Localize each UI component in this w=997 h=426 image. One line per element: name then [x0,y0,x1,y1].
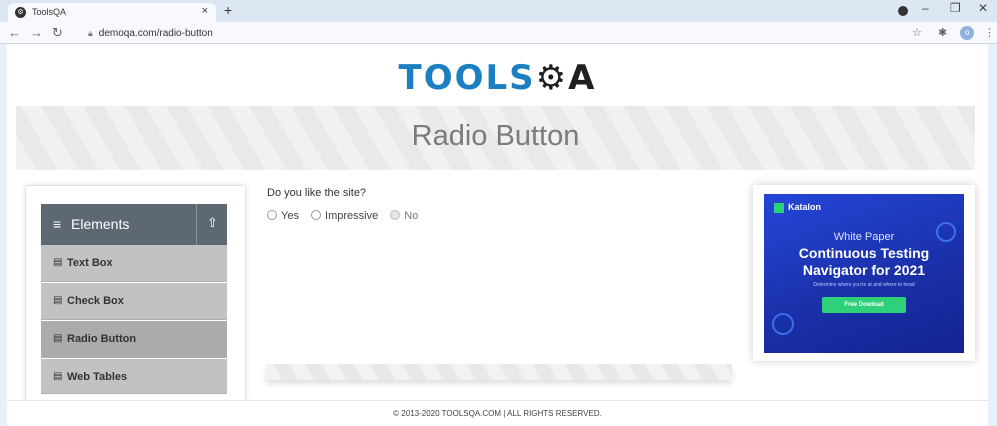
tab-title: ToolsQA [32,7,67,17]
record-indicator-icon [898,6,908,16]
address-bar[interactable]: 🔒︎ demoqa.com/radio-button [88,25,908,41]
ad-kicker: White Paper [833,231,895,243]
toolsqa-favicon-icon: ⚙ [15,7,26,18]
lock-icon: 🔒︎ [88,28,93,38]
ad-subtext: Determine where you're at and where to h… [813,282,915,288]
radio-label: No [404,210,419,222]
radio-impressive[interactable]: Impressive [311,210,378,222]
sidebar-item-label: Text Box [67,257,113,269]
sidebar: ≡ Elements ⇧ ▤ Text Box ▤ Check Box ▤ Ra… [25,185,246,401]
question-text: Do you like the site? [267,187,367,199]
logo-text-qa: A [568,58,597,98]
sidebar-item-label: Check Box [67,295,124,307]
radio-circle[interactable] [267,210,277,220]
browser-menu-icon[interactable]: ⋮ [984,26,995,39]
page: TOOLS⚙A Radio Button ≡ Elements ⇧ ▤ Text… [7,44,988,426]
profile-avatar[interactable]: o [960,26,974,40]
hamburger-icon: ≡ [53,216,62,232]
sidebar-item-label: Radio Button [67,333,137,345]
extensions-icon[interactable]: ✱ [938,26,947,39]
browser-toolbar: ← → ↻ 🔒︎ demoqa.com/radio-button ☆ ✱ o ⋮ [0,22,997,44]
sidebar-group-label: Elements [71,216,130,232]
back-icon[interactable]: ← [8,25,21,40]
ad-headline-line2: Navigator for 2021 [802,262,926,278]
ad-placeholder-strip [266,364,732,380]
close-window-icon[interactable]: ✕ [978,1,988,15]
sidebar-item-web-tables[interactable]: ▤ Web Tables [41,359,227,394]
logo-gear-icon: ⚙ [535,58,569,98]
minimize-icon[interactable]: – [922,1,929,15]
browser-tabstrip: ⚙ ToolsQA × + – ❐ ✕ [0,0,997,22]
decorative-circle-icon [772,313,794,335]
item-icon: ▤ [53,371,63,382]
item-icon: ▤ [53,257,63,268]
page-banner: Radio Button [16,106,975,170]
ad-download-button[interactable]: Free Dowload [822,297,906,313]
katalon-ad[interactable]: Katalon White Paper Continuous Testing N… [764,194,964,353]
page-title: Radio Button [411,120,580,152]
browser-tab[interactable]: ⚙ ToolsQA × [8,3,216,22]
logo-text-tools: TOOLS [398,58,536,98]
radio-label[interactable]: Impressive [325,210,378,222]
sidebar-group-elements[interactable]: ≡ Elements ⇧ [41,204,227,245]
reload-icon[interactable]: ↻ [52,25,63,41]
ad-headline: Continuous Testing Navigator for 2021 [764,245,964,279]
ad-brand: Katalon [788,202,822,212]
tab-close-icon[interactable]: × [202,5,208,17]
footer-text: © 2013-2020 TOOLSQA.COM | ALL RIGHTS RES… [393,409,602,418]
radio-circle [390,210,401,220]
address-url: demoqa.com/radio-button [98,28,213,39]
radio-no: No [390,210,418,222]
sidebar-item-check-box[interactable]: ▤ Check Box [41,283,227,320]
toolsqa-logo[interactable]: TOOLS⚙A [7,58,988,98]
ad-headline-line1: Continuous Testing [798,245,930,261]
sidebar-item-label: Web Tables [67,371,128,383]
sidebar-item-radio-button[interactable]: ▤ Radio Button [41,321,227,358]
sidebar-item-text-box[interactable]: ▤ Text Box [41,245,227,282]
bookmark-star-icon[interactable]: ☆ [912,26,922,39]
radio-label[interactable]: Yes [281,210,299,222]
forward-icon[interactable]: → [30,25,43,40]
collapse-icon[interactable]: ⇧ [207,215,218,231]
restore-icon[interactable]: ❐ [950,1,961,15]
page-footer: © 2013-2020 TOOLSQA.COM | ALL RIGHTS RES… [7,400,988,426]
item-icon: ▤ [53,333,63,344]
radio-yes[interactable]: Yes [267,210,299,222]
katalon-logo-icon [774,203,784,213]
radio-group: Yes Impressive No [267,210,427,222]
radio-circle[interactable] [311,210,322,220]
ad-frame: Katalon White Paper Continuous Testing N… [753,185,975,361]
group-header-divider [196,204,197,245]
item-icon: ▤ [53,295,63,306]
new-tab-button[interactable]: + [224,2,232,18]
